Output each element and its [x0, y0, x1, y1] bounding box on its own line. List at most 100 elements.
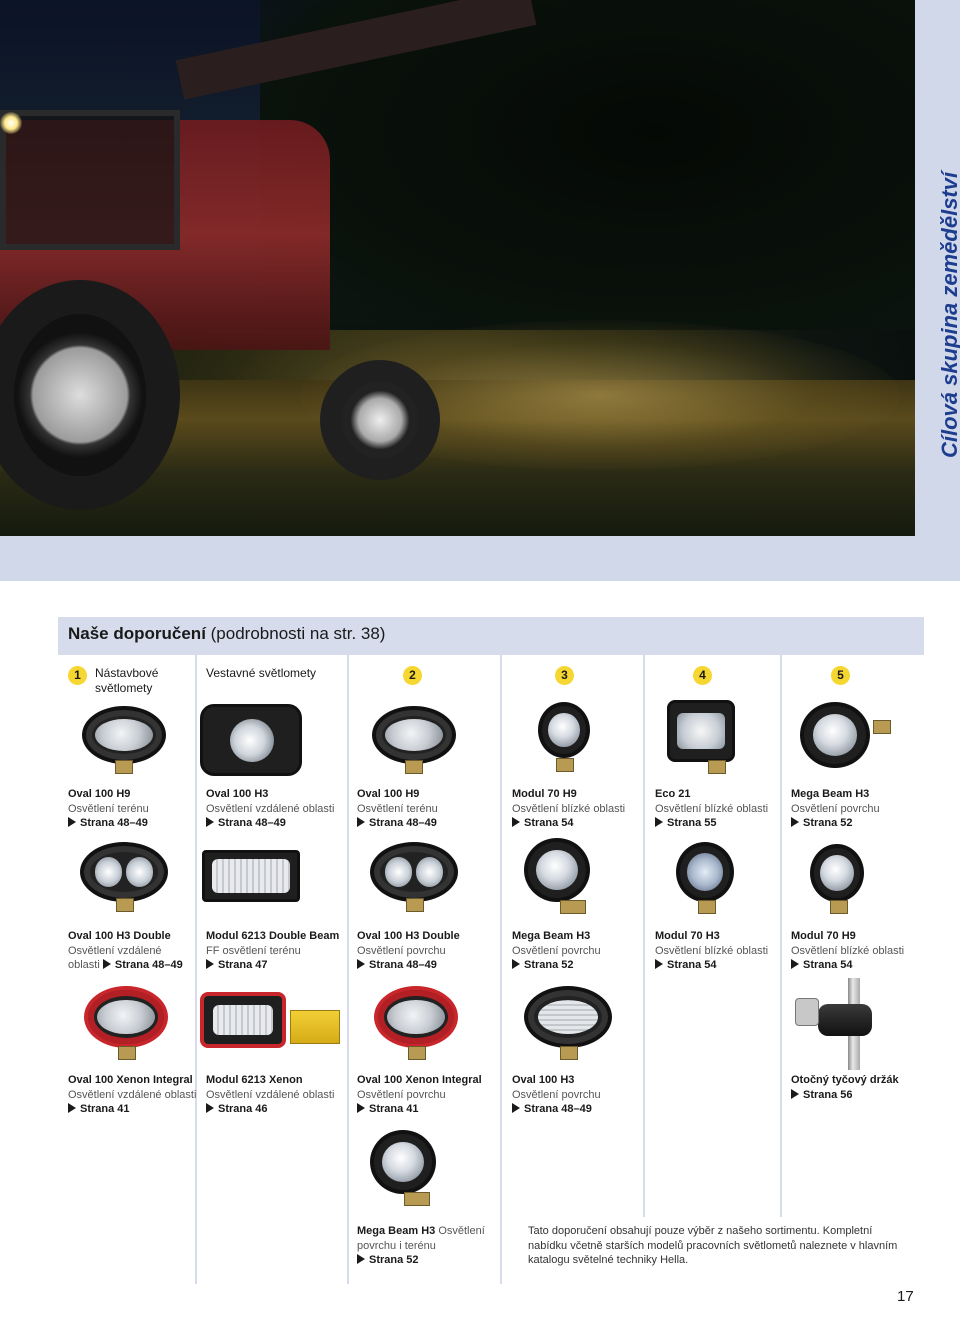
product-mega-beam-h3-3: Mega Beam H3 Osvětlení povrchu i terénu …: [357, 1224, 492, 1268]
mount-bracket: [830, 900, 848, 914]
mount-bracket: [708, 760, 726, 774]
arrow-right-icon: [68, 1103, 76, 1113]
lamp-oval-100-h3-builtin-image: [200, 704, 302, 776]
product-desc: Osvětlení blízké oblasti: [512, 802, 626, 815]
lamp-modul-70-h9-image: [810, 844, 864, 902]
product-page-ref[interactable]: Strana 56: [791, 1088, 853, 1101]
product-page-ref[interactable]: Strana 41: [68, 1103, 130, 1115]
lamp-oval-100-h9-image: [82, 706, 166, 764]
product-page-ref[interactable]: Strana 52: [512, 959, 574, 971]
header-col3: 2: [403, 666, 422, 685]
arrow-right-icon: [102, 959, 111, 969]
mount-bracket: [560, 900, 586, 914]
product-page-ref[interactable]: Strana 55: [655, 817, 717, 829]
header-col4: 3: [555, 666, 574, 685]
product-name: Oval 100 H9: [357, 788, 420, 800]
arrow-right-icon: [357, 1103, 365, 1113]
lamp-eco-21-image: [667, 700, 735, 762]
product-oval-100-xenon-integral: Oval 100 Xenon Integral Osvětlení vzdále…: [68, 1073, 200, 1117]
product-oval-100-h9-2: Oval 100 H9 Osvětlení terénu Strana 48–4…: [357, 787, 507, 831]
arrow-right-icon: [357, 1254, 365, 1264]
arrow-right-icon: [655, 959, 663, 969]
product-desc: Osvětlení vzdálené oblasti: [206, 1088, 335, 1101]
product-page-ref[interactable]: Strana 54: [512, 817, 574, 829]
product-name: Modul 70 H9: [512, 788, 577, 800]
arrow-right-icon: [512, 959, 520, 969]
header-col2-label: Vestavné světlomety: [206, 666, 317, 680]
arrow-right-icon: [206, 817, 214, 827]
product-page-ref[interactable]: Strana 52: [357, 1254, 419, 1266]
product-oval-100-h3-double-2: Oval 100 H3 Double Osvětlení povrchu Str…: [357, 929, 507, 973]
product-page-ref[interactable]: Strana 54: [791, 959, 853, 971]
divider-band: [0, 536, 960, 581]
column-divider: [780, 653, 782, 1217]
number-badge: 1: [68, 666, 87, 685]
number-badge: 4: [693, 666, 712, 685]
lamp-modul-70-h3-image: [676, 842, 734, 902]
lamp-oval-100-xenon-integral-image: [84, 986, 168, 1048]
header-col5: 4: [693, 666, 712, 685]
arrow-right-icon: [655, 817, 663, 827]
mount-bracket: [404, 1192, 430, 1206]
product-page-ref[interactable]: Strana 48–49: [68, 817, 148, 829]
mount-bracket: [118, 1046, 136, 1060]
product-desc: Osvětlení povrchu: [357, 1088, 446, 1101]
product-desc: FF osvětlení terénu: [206, 944, 301, 957]
product-page-ref[interactable]: Strana 48–49: [102, 959, 183, 971]
product-otocny-tycovy-drzak: Otočný tyčový držák Strana 56: [791, 1073, 901, 1102]
column-divider: [643, 653, 645, 1217]
mount-bracket: [115, 760, 133, 774]
column-divider: [195, 653, 197, 1284]
arrow-right-icon: [68, 817, 76, 827]
product-name: Oval 100 H3 Double: [68, 930, 171, 942]
arrow-right-icon: [357, 817, 365, 827]
header-col2: Vestavné světlomety: [206, 666, 316, 681]
product-page-ref[interactable]: Strana 54: [655, 959, 717, 971]
page-number: 17: [897, 1288, 914, 1305]
mount-bracket: [560, 1046, 578, 1060]
product-page-ref[interactable]: Strana 52: [791, 817, 853, 829]
product-modul-6213-double-beam: Modul 6213 Double Beam FF osvětlení teré…: [206, 929, 356, 973]
product-page-ref[interactable]: Strana 48–49: [512, 1103, 592, 1115]
lamp-modul-6213-xenon-image: [200, 992, 286, 1048]
product-name: Otočný tyčový držák: [791, 1074, 899, 1086]
product-desc: Osvětlení blízké oblasti: [655, 802, 769, 815]
product-desc: Osvětlení terénu: [357, 802, 438, 815]
arrow-right-icon: [512, 1103, 520, 1113]
swivel-rod-holder-image: [818, 1004, 872, 1036]
arrow-right-icon: [512, 817, 520, 827]
product-page-ref[interactable]: Strana 41: [357, 1103, 419, 1115]
panel-title-bold: Naše doporučení: [68, 624, 206, 643]
product-name: Oval 100 H3 Double: [357, 930, 460, 942]
product-page-ref[interactable]: Strana 48–49: [206, 817, 286, 829]
product-page-ref[interactable]: Strana 46: [206, 1103, 268, 1115]
product-name: Modul 6213 Double Beam: [206, 930, 340, 942]
hero-photo: [0, 0, 915, 536]
panel-title: Naše doporučení (podrobnosti na str. 38): [68, 624, 385, 644]
header-col1-label: Nástavbové světlomety: [95, 666, 159, 695]
lamp-oval-100-h9-image: [372, 706, 456, 764]
product-page-ref[interactable]: Strana 48–49: [357, 959, 437, 971]
product-modul-70-h9-2: Modul 70 H9 Osvětlení blízké oblasti Str…: [791, 929, 921, 973]
arrow-right-icon: [206, 1103, 214, 1113]
product-name: Oval 100 H9: [68, 788, 131, 800]
number-badge: 2: [403, 666, 422, 685]
product-oval-100-h3-double: Oval 100 H3 Double Osvětlení vzdálené ob…: [68, 929, 193, 973]
mount-bracket: [408, 1046, 426, 1060]
product-oval-100-h3-2: Oval 100 H3 Osvětlení povrchu Strana 48–…: [512, 1073, 642, 1117]
side-title: Cílová skupina zemědělství: [937, 171, 960, 458]
product-name: Oval 100 Xenon Integral: [68, 1074, 193, 1086]
mount-bracket: [116, 898, 134, 912]
product-name: Mega Beam H3: [791, 788, 870, 800]
number-badge: 5: [831, 666, 850, 685]
arrow-right-icon: [206, 959, 214, 969]
arrow-right-icon: [791, 1088, 799, 1099]
product-page-ref[interactable]: Strana 48–49: [357, 817, 437, 829]
product-desc: Osvětlení povrchu: [512, 1088, 601, 1101]
header-col6: 5: [831, 666, 850, 685]
product-modul-70-h3: Modul 70 H3 Osvětlení blízké oblasti Str…: [655, 929, 779, 973]
product-desc: Osvětlení vzdálené oblasti: [206, 802, 335, 815]
product-mega-beam-h3: Mega Beam H3 Osvětlení povrchu Strana 52: [791, 787, 921, 831]
product-mega-beam-h3-2: Mega Beam H3 Osvětlení povrchu Strana 52: [512, 929, 642, 973]
product-page-ref[interactable]: Strana 47: [206, 959, 268, 971]
